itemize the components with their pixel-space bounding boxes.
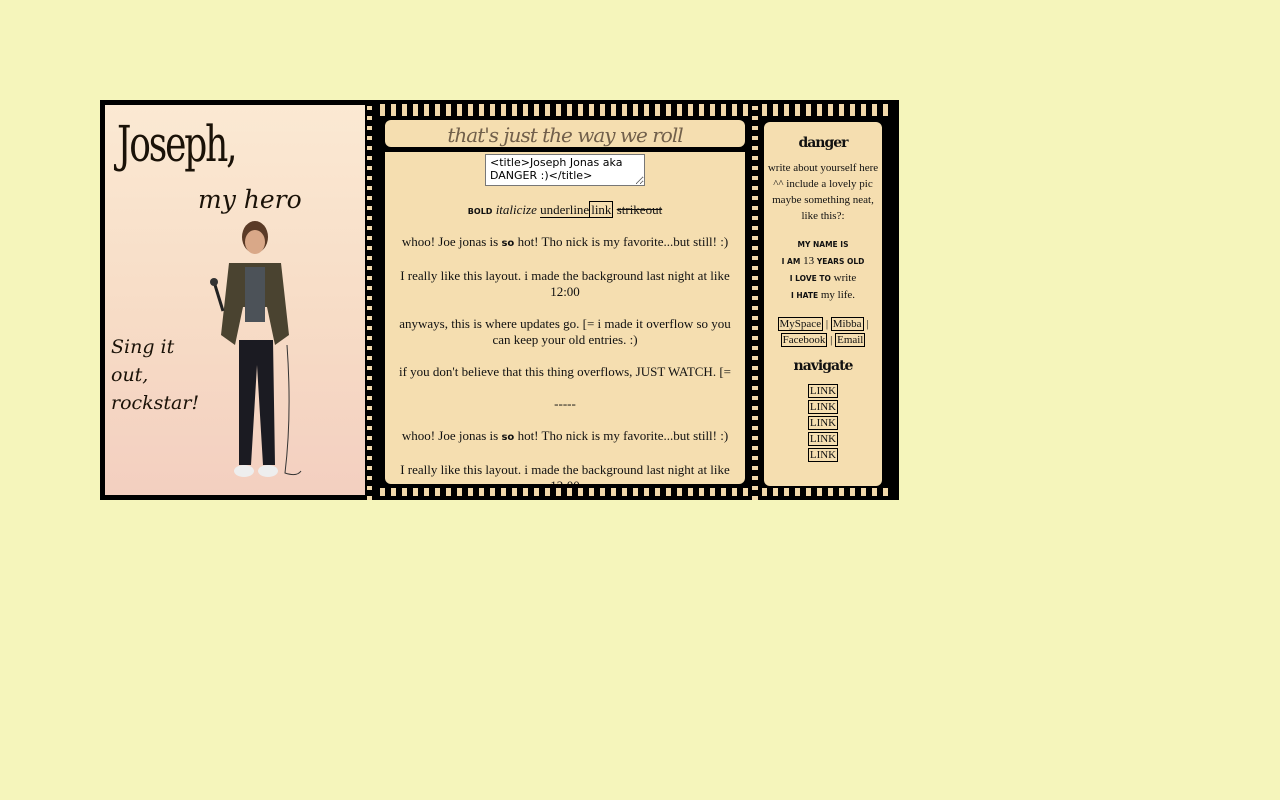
italic-sample: italicize xyxy=(495,202,537,217)
divider-strip-left xyxy=(367,100,372,500)
email-link[interactable]: Email xyxy=(835,333,866,347)
entry-emphasis: so xyxy=(501,432,515,443)
banner-name: Joseph, xyxy=(117,115,238,173)
hate-value: my life. xyxy=(820,289,856,301)
entry-paragraph: I really like this layout. i made the ba… xyxy=(400,268,730,299)
mibba-link[interactable]: Mibba xyxy=(830,317,864,331)
strike-sample: strikeout xyxy=(616,202,663,217)
layout-frame: Joseph, my hero Sing it out, rockstar! t… xyxy=(100,100,899,500)
nav-link-3[interactable]: LINK xyxy=(807,416,839,430)
sidebar-title: danger xyxy=(798,135,848,151)
nav-link-1[interactable]: LINK xyxy=(807,384,839,398)
entry-paragraph: whoo! Joe jonas is so hot! Tho nick is m… xyxy=(393,234,737,252)
nav-link-4[interactable]: LINK xyxy=(807,432,839,446)
entries-panel[interactable]: <title>Joseph Jonas aka DANGER :)</title… xyxy=(385,152,745,484)
singer-figure xyxy=(210,221,302,477)
header-banner-image: Joseph, my hero Sing it out, rockstar! xyxy=(105,105,365,495)
film-strip-top-center xyxy=(380,104,750,116)
entry-text: whoo! Joe jonas is xyxy=(401,428,502,443)
center-header: that's just the way we roll xyxy=(385,120,745,147)
underline-sample: underline xyxy=(540,202,590,218)
love-label: I LOVE TO xyxy=(789,274,831,283)
nav-list: LINK LINK LINK LINK LINK xyxy=(764,383,882,463)
bold-sample: BOLD xyxy=(467,207,493,216)
sidebar: danger write about yourself here ^^ incl… xyxy=(764,122,882,486)
entry-text: whoo! Joe jonas is xyxy=(401,234,502,249)
name-label: MY NAME IS xyxy=(797,240,849,249)
link-sample[interactable]: link xyxy=(589,201,614,218)
entry-paragraph: anyways, this is where updates go. [= i … xyxy=(399,316,731,347)
nav-link-2[interactable]: LINK xyxy=(807,400,839,414)
title-code-box[interactable]: <title>Joseph Jonas aka DANGER :)</title… xyxy=(485,154,645,186)
entry-paragraph: if you don't believe that this thing ove… xyxy=(398,364,731,379)
link-separator: | xyxy=(866,318,869,330)
film-strip-bottom-center xyxy=(380,488,750,496)
banner-slogan: Sing it out, rockstar! xyxy=(111,336,200,414)
facebook-link[interactable]: Facebook xyxy=(780,333,828,347)
header-script-text: that's just the way we roll xyxy=(447,123,683,147)
hate-label: I HATE xyxy=(790,291,819,300)
stats-block: MY NAME IS I AM 13 YEARS OLD I LOVE TO w… xyxy=(764,236,882,304)
love-value: write xyxy=(833,272,857,284)
divider-strip-right xyxy=(752,100,758,500)
entry-separator: ----- xyxy=(554,396,576,411)
age-label: I AM xyxy=(781,257,801,266)
about-text: write about yourself here ^^ include a l… xyxy=(767,162,879,222)
entry-emphasis: so xyxy=(501,238,515,249)
nav-link-5[interactable]: LINK xyxy=(807,448,839,462)
format-sample-line: BOLD italicize underline link strikeout xyxy=(385,201,745,218)
link-separator: | xyxy=(830,334,833,346)
entry-paragraph: whoo! Joe jonas is so hot! Tho nick is m… xyxy=(393,428,737,446)
entry-list: whoo! Joe jonas is so hot! Tho nick is m… xyxy=(385,234,745,484)
entry-paragraph: I really like this layout. i made the ba… xyxy=(400,462,730,484)
myspace-link[interactable]: MySpace xyxy=(777,317,824,331)
navigate-title: navigate xyxy=(793,358,854,374)
entry-text: hot! Tho nick is my favorite...but still… xyxy=(514,234,729,249)
link-separator: | xyxy=(825,318,829,330)
film-strip-top-right xyxy=(762,104,890,116)
age-label-post: YEARS OLD xyxy=(816,257,865,266)
entry-text: hot! Tho nick is my favorite...but still… xyxy=(514,428,729,443)
age-value: 13 xyxy=(803,255,815,267)
film-strip-bottom-right xyxy=(762,488,890,496)
banner-subtitle: my hero xyxy=(198,185,302,214)
social-links: MySpace | Mibba | Facebook | Email xyxy=(764,316,882,348)
